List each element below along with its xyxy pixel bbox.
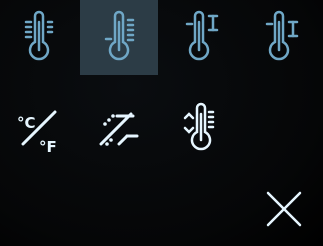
close-icon [266, 191, 302, 226]
thermometer-scale-left-icon [24, 10, 54, 60]
thermometer-upper-limit-button[interactable] [160, 0, 238, 75]
thermometer-adjust-button[interactable] [160, 90, 238, 165]
screen: °C °F [0, 0, 323, 246]
thermometer-lower-limit-icon [265, 10, 299, 60]
celsius-fahrenheit-icon: °C °F [17, 110, 57, 156]
close-button[interactable] [245, 171, 323, 246]
calibration-offset-icon [99, 112, 139, 146]
thermometer-scale-left-button[interactable] [0, 0, 78, 75]
thermometer-upper-limit-icon [185, 10, 219, 60]
thermometer-lower-limit-button[interactable] [240, 0, 318, 75]
thermometer-scale-right-icon [104, 10, 135, 60]
unit-fahrenheit-label: °F [39, 138, 57, 156]
unit-celsius-label: °C [17, 114, 36, 132]
thermometer-scale-right-button[interactable] [80, 0, 158, 75]
celsius-fahrenheit-button[interactable]: °C °F [0, 90, 78, 165]
calibration-offset-button[interactable] [80, 90, 158, 165]
thermometer-adjust-icon [183, 102, 215, 150]
